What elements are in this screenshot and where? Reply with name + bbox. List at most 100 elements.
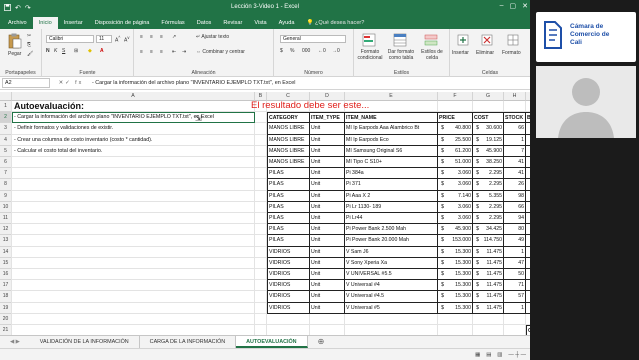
- insert-cells-icon[interactable]: [456, 33, 470, 47]
- tab-view[interactable]: Vista: [248, 17, 272, 29]
- formula-input[interactable]: - Cargar la información del archivo plan…: [92, 80, 530, 86]
- table-cell[interactable]: 71: [504, 280, 526, 292]
- column-header-f[interactable]: F: [438, 92, 473, 101]
- increase-indent-icon[interactable]: ⇥: [182, 49, 186, 55]
- insert-cells-button[interactable]: Insertar: [452, 50, 469, 56]
- table-cell[interactable]: $34.425: [473, 224, 504, 236]
- format-table-button[interactable]: Dar formato como tabla: [386, 49, 416, 61]
- tab-formulas[interactable]: Fórmulas: [155, 17, 190, 29]
- table-cell[interactable]: Unit: [310, 190, 345, 202]
- table-cell[interactable]: 1: [504, 246, 526, 258]
- table-cell[interactable]: 94: [504, 213, 526, 225]
- table-cell[interactable]: $30.600: [473, 123, 504, 135]
- conditional-format-icon[interactable]: [362, 33, 376, 47]
- table-cell[interactable]: Pi Power Bank 2.500 Mah: [345, 224, 438, 236]
- format-table-icon[interactable]: [393, 33, 407, 47]
- currency-icon[interactable]: $: [280, 48, 283, 54]
- table-cell[interactable]: 50: [504, 269, 526, 281]
- table-cell[interactable]: Unit: [310, 257, 345, 269]
- comma-style-icon[interactable]: 000: [302, 48, 310, 54]
- table-cell[interactable]: PILAS: [267, 190, 310, 202]
- task-item[interactable]: - Crear una columna de costo inventario …: [14, 135, 254, 146]
- table-cell[interactable]: Pi Lr 1130- 189: [345, 201, 438, 213]
- bold-icon[interactable]: N: [46, 48, 50, 54]
- tab-page-layout[interactable]: Disposición de página: [89, 17, 156, 29]
- name-box[interactable]: A2: [2, 78, 50, 88]
- table-cell[interactable]: Unit: [310, 157, 345, 169]
- table-cell[interactable]: Unit: [310, 291, 345, 303]
- align-middle-icon[interactable]: ≡: [150, 34, 153, 40]
- table-cell[interactable]: V Universal #5: [345, 302, 438, 314]
- cut-icon[interactable]: ✂: [27, 33, 31, 39]
- table-header-cell[interactable]: PRICE: [438, 112, 473, 124]
- table-cell[interactable]: Pi Aaa X 2: [345, 190, 438, 202]
- cell-styles-icon[interactable]: [424, 33, 438, 47]
- table-cell[interactable]: Pi 384a: [345, 168, 438, 180]
- table-cell[interactable]: MANOS LIBRE: [267, 134, 310, 146]
- table-cell[interactable]: Unit: [310, 280, 345, 292]
- table-cell[interactable]: $11.475: [473, 302, 504, 314]
- tab-data[interactable]: Datos: [191, 17, 218, 29]
- redo-icon[interactable]: ↷: [25, 4, 31, 13]
- select-all-corner[interactable]: [0, 92, 12, 101]
- sheet-tab-carga[interactable]: CARGA DE LA INFORMACIÓN: [140, 336, 237, 348]
- format-cells-icon[interactable]: [506, 33, 520, 47]
- task-item[interactable]: - Calcular el costo total del inventario…: [14, 146, 254, 157]
- table-cell[interactable]: $5.355: [473, 190, 504, 202]
- table-cell[interactable]: Unit: [310, 201, 345, 213]
- zoom-slider-icon[interactable]: — ┼ —: [508, 352, 526, 358]
- font-name-select[interactable]: Calibri: [46, 35, 94, 43]
- table-cell[interactable]: PILAS: [267, 179, 310, 191]
- add-sheet-icon[interactable]: ⊕: [308, 336, 335, 348]
- paste-button[interactable]: Pegar: [8, 51, 21, 57]
- table-cell[interactable]: V Sony Xperia Xa: [345, 257, 438, 269]
- table-cell[interactable]: $2.295: [473, 179, 504, 191]
- table-cell[interactable]: 57: [504, 291, 526, 303]
- table-cell[interactable]: $11.475: [473, 257, 504, 269]
- table-cell[interactable]: $40.800: [438, 123, 473, 135]
- decrease-decimal-icon[interactable]: →0: [332, 48, 340, 54]
- paste-icon[interactable]: [8, 33, 22, 49]
- table-cell[interactable]: $15.300: [438, 291, 473, 303]
- italic-icon[interactable]: K: [54, 48, 57, 54]
- align-right-icon[interactable]: ≡: [160, 49, 163, 55]
- orientation-icon[interactable]: ↗: [172, 34, 176, 40]
- table-cell[interactable]: Unit: [310, 246, 345, 258]
- table-cell[interactable]: $3.060: [438, 179, 473, 191]
- percent-icon[interactable]: %: [290, 48, 294, 54]
- copy-icon[interactable]: ⎘: [27, 42, 31, 48]
- wrap-text-button[interactable]: ↵ Ajustar texto: [196, 34, 229, 40]
- column-header-h[interactable]: H: [504, 92, 526, 101]
- table-cell[interactable]: PILAS: [267, 168, 310, 180]
- fx-icon[interactable]: ✕✓ fx: [50, 80, 92, 86]
- table-cell[interactable]: 1: [504, 302, 526, 314]
- table-cell[interactable]: MANOS LIBRE: [267, 123, 310, 135]
- table-cell[interactable]: Pi 371: [345, 179, 438, 191]
- tab-home[interactable]: Inicio: [32, 17, 58, 29]
- table-cell[interactable]: $15.300: [438, 280, 473, 292]
- table-cell[interactable]: MI Ip Earpods Aaa Alambrico Bt: [345, 123, 438, 135]
- table-cell[interactable]: VIDRIOS: [267, 257, 310, 269]
- table-cell[interactable]: $38.250: [473, 157, 504, 169]
- table-cell[interactable]: Unit: [310, 134, 345, 146]
- decrease-indent-icon[interactable]: ⇤: [172, 49, 176, 55]
- increase-decimal-icon[interactable]: ←0: [318, 48, 326, 54]
- shrink-font-icon[interactable]: Av: [124, 35, 129, 44]
- table-cell[interactable]: $45.900: [438, 224, 473, 236]
- table-cell[interactable]: $25.500: [438, 134, 473, 146]
- merge-center-button[interactable]: ⇔ Combinar y centrar: [196, 49, 245, 55]
- table-cell[interactable]: $3.060: [438, 213, 473, 225]
- table-cell[interactable]: Unit: [310, 224, 345, 236]
- align-top-icon[interactable]: ≡: [140, 34, 143, 40]
- table-cell[interactable]: $114.750: [473, 235, 504, 247]
- table-cell[interactable]: $11.475: [473, 291, 504, 303]
- table-cell[interactable]: Unit: [310, 179, 345, 191]
- table-cell[interactable]: VIDRIOS: [267, 269, 310, 281]
- table-cell[interactable]: $2.295: [473, 201, 504, 213]
- table-cell[interactable]: $19.125: [473, 134, 504, 146]
- cell-styles-button[interactable]: Estilos de celda: [418, 49, 446, 61]
- table-cell[interactable]: 26: [504, 179, 526, 191]
- tab-review[interactable]: Revisar: [217, 17, 248, 29]
- table-cell[interactable]: $2.295: [473, 213, 504, 225]
- font-color-icon[interactable]: A: [100, 48, 104, 54]
